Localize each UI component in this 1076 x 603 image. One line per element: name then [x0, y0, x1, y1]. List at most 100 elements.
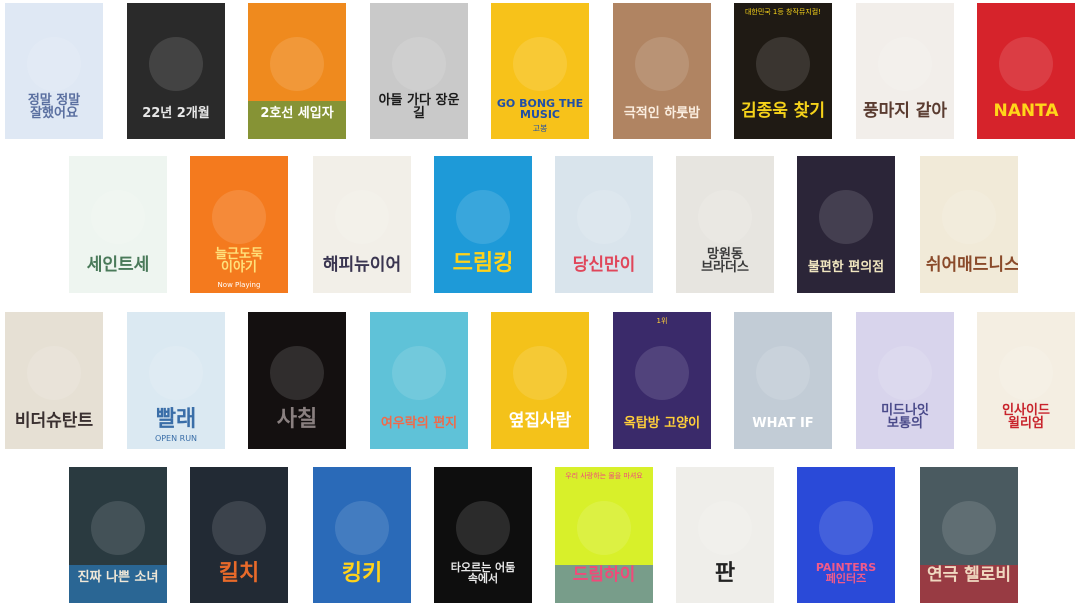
poster-illustration	[212, 501, 266, 555]
poster-illustration	[635, 37, 689, 91]
poster-illustration	[698, 190, 752, 244]
poster-illustration	[335, 501, 389, 555]
poster-p26[interactable]: 인사이드 윌리엄	[977, 312, 1075, 449]
poster-title: 인사이드 윌리엄	[1002, 402, 1050, 432]
poster-p06[interactable]: 극적인 하룻밤	[613, 3, 711, 139]
poster-p29[interactable]: 킹키	[313, 467, 411, 603]
poster-illustration	[270, 346, 324, 400]
poster-title: 아들 가다 장운 길	[378, 92, 460, 122]
poster-title: 극적인 하룻밤	[623, 106, 701, 122]
poster-title: 여우락의 편지	[380, 416, 458, 432]
poster-illustration	[392, 346, 446, 400]
poster-p04[interactable]: 아들 가다 장운 길	[370, 3, 468, 139]
poster-p16[interactable]: 불편한 편의점	[797, 156, 895, 293]
poster-p01[interactable]: 정말 정말 잘했어요	[5, 3, 103, 139]
poster-title: 망원동 브라더스	[701, 246, 749, 276]
poster-grid: 정말 정말 잘했어요 22년 2개월 2호선 세입자 아들 가다 장운 길 GO BON…	[0, 0, 1076, 603]
poster-p19[interactable]: 빨래 OPEN RUN	[127, 312, 225, 449]
poster-illustration	[999, 37, 1053, 91]
poster-illustration	[27, 346, 81, 400]
poster-title: 정말 정말 잘했어요	[27, 92, 81, 122]
poster-p14[interactable]: 당신만이	[555, 156, 653, 293]
poster-illustration	[878, 37, 932, 91]
poster-p17[interactable]: 쉬어매드니스	[920, 156, 1018, 293]
poster-p27[interactable]: 진짜 나쁜 소녀	[69, 467, 167, 603]
poster-p09[interactable]: NANTA	[977, 3, 1075, 139]
poster-illustration	[149, 346, 203, 400]
poster-illustration	[756, 346, 810, 400]
poster-p32[interactable]: 판	[676, 467, 774, 603]
poster-p30[interactable]: 타오르는 어둠 속에서	[434, 467, 532, 603]
poster-illustration	[513, 346, 567, 400]
poster-illustration	[91, 190, 145, 244]
poster-title: 옥탑방 고양이	[623, 416, 701, 432]
poster-p13[interactable]: 드림킹	[434, 156, 532, 293]
poster-p34[interactable]: 연극 헬로비	[920, 467, 1018, 603]
poster-p33[interactable]: PAINTERS 페인터즈	[797, 467, 895, 603]
poster-p12[interactable]: 해피뉴이어	[313, 156, 411, 293]
poster-title: 판	[714, 560, 736, 586]
poster-p31[interactable]: 우리 사랑하는 물을 마셔요 드림하이	[555, 467, 653, 603]
poster-p03[interactable]: 2호선 세입자	[248, 3, 346, 139]
poster-title: 2호선 세입자	[260, 106, 334, 122]
poster-title: 킬치	[218, 560, 260, 586]
poster-title: 빨래	[155, 406, 197, 432]
poster-illustration	[456, 501, 510, 555]
poster-illustration	[27, 37, 81, 91]
poster-illustration	[212, 190, 266, 244]
poster-title: 풍마지 같아	[862, 101, 948, 122]
poster-title: 진짜 나쁜 소녀	[77, 570, 159, 586]
poster-illustration	[819, 190, 873, 244]
poster-title: 늘근도둑 이야기	[215, 246, 263, 276]
poster-subtitle: 고봉	[532, 123, 548, 133]
poster-illustration	[942, 501, 996, 555]
poster-p20[interactable]: 사칠	[248, 312, 346, 449]
poster-title: 미드나잇 보통의	[881, 402, 929, 432]
poster-tagline: 1위	[656, 317, 668, 325]
poster-title: 비더슈탄트	[14, 411, 94, 432]
poster-p07[interactable]: 대한민국 1등 창작뮤지컬! 김종욱 찾기	[734, 3, 832, 139]
poster-illustration	[456, 190, 510, 244]
poster-title: 김종욱 찾기	[740, 101, 826, 122]
poster-p18[interactable]: 비더슈탄트	[5, 312, 103, 449]
poster-p21[interactable]: 여우락의 편지	[370, 312, 468, 449]
poster-title: 드림하이	[572, 565, 636, 586]
poster-p28[interactable]: 킬치	[190, 467, 288, 603]
poster-title: PAINTERS 페인터즈	[815, 560, 877, 586]
poster-p08[interactable]: 풍마지 같아	[856, 3, 954, 139]
poster-title: 킹키	[341, 560, 383, 586]
poster-title: 해피뉴이어	[322, 255, 402, 276]
poster-illustration	[335, 190, 389, 244]
poster-illustration	[698, 501, 752, 555]
poster-title: GO BONG THE MUSIC	[496, 96, 584, 122]
poster-illustration	[999, 346, 1053, 400]
poster-p11[interactable]: 늘근도둑 이야기 Now Playing	[190, 156, 288, 293]
poster-title: 타오르는 어둠 속에서	[450, 560, 516, 586]
poster-title: 쉬어매드니스	[925, 255, 1018, 276]
poster-illustration	[513, 37, 567, 91]
poster-tagline: 대한민국 1등 창작뮤지컬!	[744, 8, 822, 16]
poster-illustration	[577, 501, 631, 555]
poster-title: NANTA	[993, 101, 1059, 122]
poster-p15[interactable]: 망원동 브라더스	[676, 156, 774, 293]
poster-p02[interactable]: 22년 2개월	[127, 3, 225, 139]
poster-title: 옆집사람	[508, 411, 572, 432]
poster-illustration	[91, 501, 145, 555]
poster-p10[interactable]: 세인트세	[69, 156, 167, 293]
poster-illustration	[756, 37, 810, 91]
poster-title: WHAT IF	[752, 416, 814, 432]
poster-p25[interactable]: 미드나잇 보통의	[856, 312, 954, 449]
poster-illustration	[392, 37, 446, 91]
poster-illustration	[577, 190, 631, 244]
poster-illustration	[149, 37, 203, 91]
poster-p23[interactable]: 1위옥탑방 고양이	[613, 312, 711, 449]
poster-illustration	[270, 37, 324, 91]
poster-title: 세인트세	[86, 255, 150, 276]
poster-title: 연극 헬로비	[926, 565, 1012, 586]
poster-title: 드림킹	[452, 250, 514, 276]
poster-p05[interactable]: GO BONG THE MUSIC 고봉	[491, 3, 589, 139]
poster-p24[interactable]: WHAT IF	[734, 312, 832, 449]
poster-illustration	[942, 190, 996, 244]
poster-title: 당신만이	[572, 255, 636, 276]
poster-p22[interactable]: 옆집사람	[491, 312, 589, 449]
